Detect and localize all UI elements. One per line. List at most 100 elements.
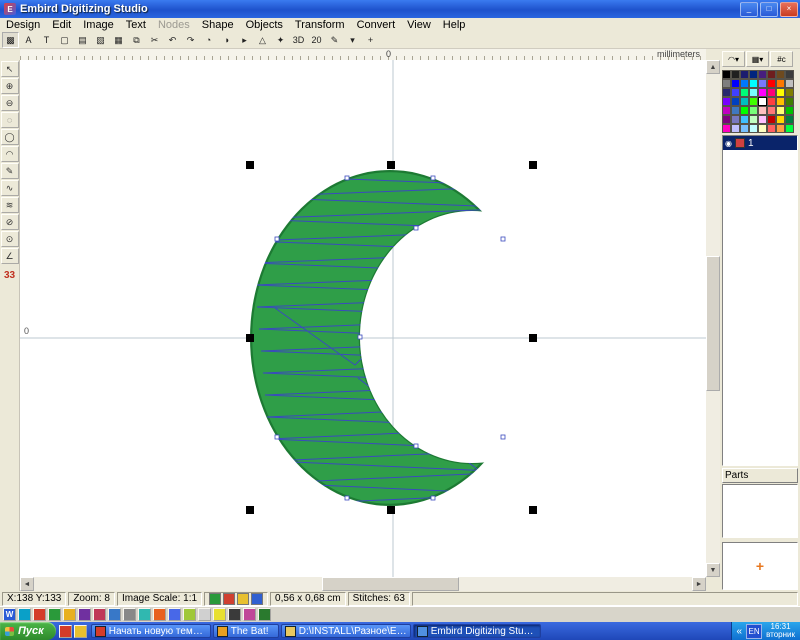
- palette-color[interactable]: [776, 70, 785, 79]
- menu-item[interactable]: Shape: [196, 19, 240, 31]
- view-3d-button[interactable]: 3D: [290, 32, 307, 48]
- simulate-button[interactable]: ▸: [236, 32, 253, 48]
- selection-handle[interactable]: [246, 506, 254, 514]
- effects-button[interactable]: ✦: [272, 32, 289, 48]
- zoom-in-tool[interactable]: ⊕: [1, 78, 19, 94]
- menu-item[interactable]: Help: [437, 19, 472, 31]
- outline-style-button[interactable]: ◠▾: [722, 51, 745, 67]
- app-shortcut-icon[interactable]: [228, 608, 241, 621]
- undo-button[interactable]: ↶: [164, 32, 181, 48]
- palette-color[interactable]: [785, 97, 794, 106]
- palette-color[interactable]: [776, 124, 785, 133]
- rotate-button[interactable]: ◔: [200, 32, 217, 48]
- grid-size-button[interactable]: 20: [308, 32, 325, 48]
- palette-color[interactable]: [722, 115, 731, 124]
- palette-color[interactable]: [731, 97, 740, 106]
- palette-color[interactable]: [767, 124, 776, 133]
- palette-color[interactable]: [740, 88, 749, 97]
- palette-color[interactable]: [749, 70, 758, 79]
- tray-chevron-icon[interactable]: «: [737, 626, 743, 637]
- app-shortcut-icon[interactable]: [63, 608, 76, 621]
- taskbar-task[interactable]: D:\INSTALL\Разное\Embird: [281, 624, 411, 638]
- taskbar-task[interactable]: The Bat!: [213, 624, 279, 638]
- measure-tool[interactable]: ∠: [1, 248, 19, 264]
- palette-color[interactable]: [740, 106, 749, 115]
- palette-color[interactable]: [731, 124, 740, 133]
- palette-color[interactable]: [776, 115, 785, 124]
- palette-color[interactable]: [731, 79, 740, 88]
- scroll-left-arrow[interactable]: ◄: [20, 577, 34, 591]
- palette-color[interactable]: [731, 106, 740, 115]
- palette-color[interactable]: [758, 79, 767, 88]
- app-shortcut-icon[interactable]: [213, 608, 226, 621]
- curve-tool[interactable]: ∿: [1, 180, 19, 196]
- selection-handle[interactable]: [246, 334, 254, 342]
- horizontal-scroll-thumb[interactable]: [322, 577, 459, 591]
- palette-color[interactable]: [785, 106, 794, 115]
- palette-color[interactable]: [740, 97, 749, 106]
- palette-color[interactable]: [758, 124, 767, 133]
- horizontal-scrollbar[interactable]: ◄ ►: [20, 577, 706, 591]
- status-yellow-icon[interactable]: [237, 593, 249, 605]
- parts-list[interactable]: [722, 484, 798, 538]
- palette-color[interactable]: [758, 88, 767, 97]
- menu-item[interactable]: Transform: [289, 19, 351, 31]
- menu-item[interactable]: Convert: [351, 19, 402, 31]
- design-canvas[interactable]: 0: [20, 60, 706, 577]
- scroll-up-arrow[interactable]: ▲: [706, 60, 720, 74]
- fill-style-button[interactable]: ▦▾: [746, 51, 769, 67]
- palette-color[interactable]: [740, 70, 749, 79]
- app-shortcut-icon[interactable]: [48, 608, 61, 621]
- menu-item[interactable]: View: [401, 19, 437, 31]
- palette-color[interactable]: [749, 115, 758, 124]
- knife-tool[interactable]: ⊘: [1, 214, 19, 230]
- app-shortcut-icon[interactable]: [243, 608, 256, 621]
- app-shortcut-icon[interactable]: [198, 608, 211, 621]
- palette-color[interactable]: [749, 97, 758, 106]
- palette-color[interactable]: [785, 115, 794, 124]
- mirror-button[interactable]: ◑: [218, 32, 235, 48]
- color-code-button[interactable]: #c: [770, 51, 793, 67]
- scroll-right-arrow[interactable]: ►: [692, 577, 706, 591]
- text-button[interactable]: T: [38, 32, 55, 48]
- palette-color[interactable]: [722, 97, 731, 106]
- lettering-button[interactable]: A: [20, 32, 37, 48]
- status-red-icon[interactable]: [223, 593, 235, 605]
- palette-color[interactable]: [731, 70, 740, 79]
- taskbar-shortcut-icon[interactable]: [59, 625, 72, 638]
- palette-color[interactable]: [767, 97, 776, 106]
- palette-color[interactable]: [740, 124, 749, 133]
- palette-color[interactable]: [767, 88, 776, 97]
- palette-color[interactable]: [722, 70, 731, 79]
- arc-tool[interactable]: ◠: [1, 146, 19, 162]
- pattern-button[interactable]: ▩: [2, 32, 19, 48]
- palette-color[interactable]: [767, 115, 776, 124]
- canvas-svg[interactable]: 0: [20, 60, 706, 577]
- node-edit-tool[interactable]: ⊙: [1, 231, 19, 247]
- merge-button[interactable]: ▧: [92, 32, 109, 48]
- ellipse-tool[interactable]: ◯: [1, 129, 19, 145]
- taskbar-task[interactable]: Embird Digitizing Stud...: [413, 624, 541, 638]
- app-shortcut-icon[interactable]: [123, 608, 136, 621]
- visibility-icon[interactable]: ◉: [725, 139, 732, 148]
- app-shortcut-icon[interactable]: [18, 608, 31, 621]
- freehand-select-tool[interactable]: ◌: [1, 112, 19, 128]
- pen-tool[interactable]: ✎: [1, 163, 19, 179]
- palette-color[interactable]: [767, 79, 776, 88]
- selection-handle[interactable]: [387, 161, 395, 169]
- selection-handle[interactable]: [387, 506, 395, 514]
- app-shortcut-icon[interactable]: [183, 608, 196, 621]
- zoom-out-tool[interactable]: ⊖: [1, 95, 19, 111]
- palette-color[interactable]: [758, 106, 767, 115]
- palette-color[interactable]: [776, 106, 785, 115]
- palette-color[interactable]: [776, 97, 785, 106]
- menu-item[interactable]: Image: [77, 19, 120, 31]
- palette-color[interactable]: [722, 106, 731, 115]
- vertical-scroll-thumb[interactable]: [706, 256, 720, 390]
- palette-color[interactable]: [731, 115, 740, 124]
- palette-color[interactable]: [749, 79, 758, 88]
- app-shortcut-icon[interactable]: [93, 608, 106, 621]
- selection-handle[interactable]: [246, 161, 254, 169]
- app-shortcut-icon[interactable]: [153, 608, 166, 621]
- palette-color[interactable]: [749, 88, 758, 97]
